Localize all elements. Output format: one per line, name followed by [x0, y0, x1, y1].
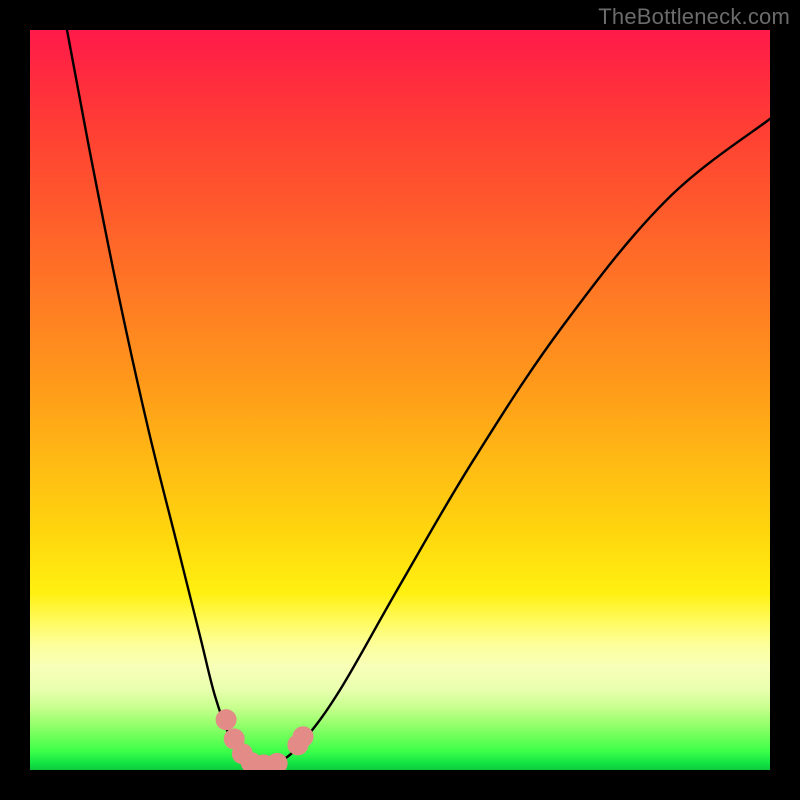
marker-6	[267, 753, 288, 770]
plot-area	[30, 30, 770, 770]
watermark-text: TheBottleneck.com	[598, 4, 790, 30]
curve-svg	[30, 30, 770, 770]
marker-1	[216, 709, 237, 730]
chart-frame: TheBottleneck.com	[0, 0, 800, 800]
markers-group	[216, 709, 314, 770]
marker-8	[293, 726, 314, 747]
bottleneck-curve	[67, 30, 770, 770]
